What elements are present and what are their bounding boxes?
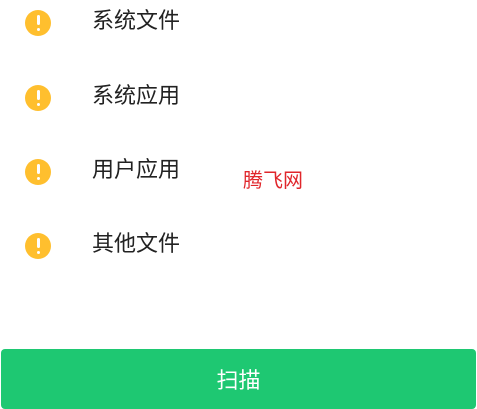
scan-item-label: 系统文件 xyxy=(92,9,181,34)
warning-icon xyxy=(25,85,51,111)
warning-icon xyxy=(25,159,51,185)
scan-item-label: 其他文件 xyxy=(92,232,181,257)
watermark-text: 腾飞网 xyxy=(243,168,303,192)
scan-item-system-files: 系统文件 xyxy=(0,0,477,48)
scan-button[interactable]: 扫描 xyxy=(1,349,476,409)
scan-button-label: 扫描 xyxy=(216,369,261,394)
scan-item-user-apps: 用户应用 xyxy=(0,149,477,197)
scan-item-label: 系统应用 xyxy=(92,84,181,109)
scan-item-other-files: 其他文件 xyxy=(0,223,477,271)
scan-item-label: 用户应用 xyxy=(92,158,181,183)
warning-icon xyxy=(25,10,51,36)
warning-icon xyxy=(25,233,51,259)
scan-item-system-apps: 系统应用 xyxy=(0,75,477,123)
